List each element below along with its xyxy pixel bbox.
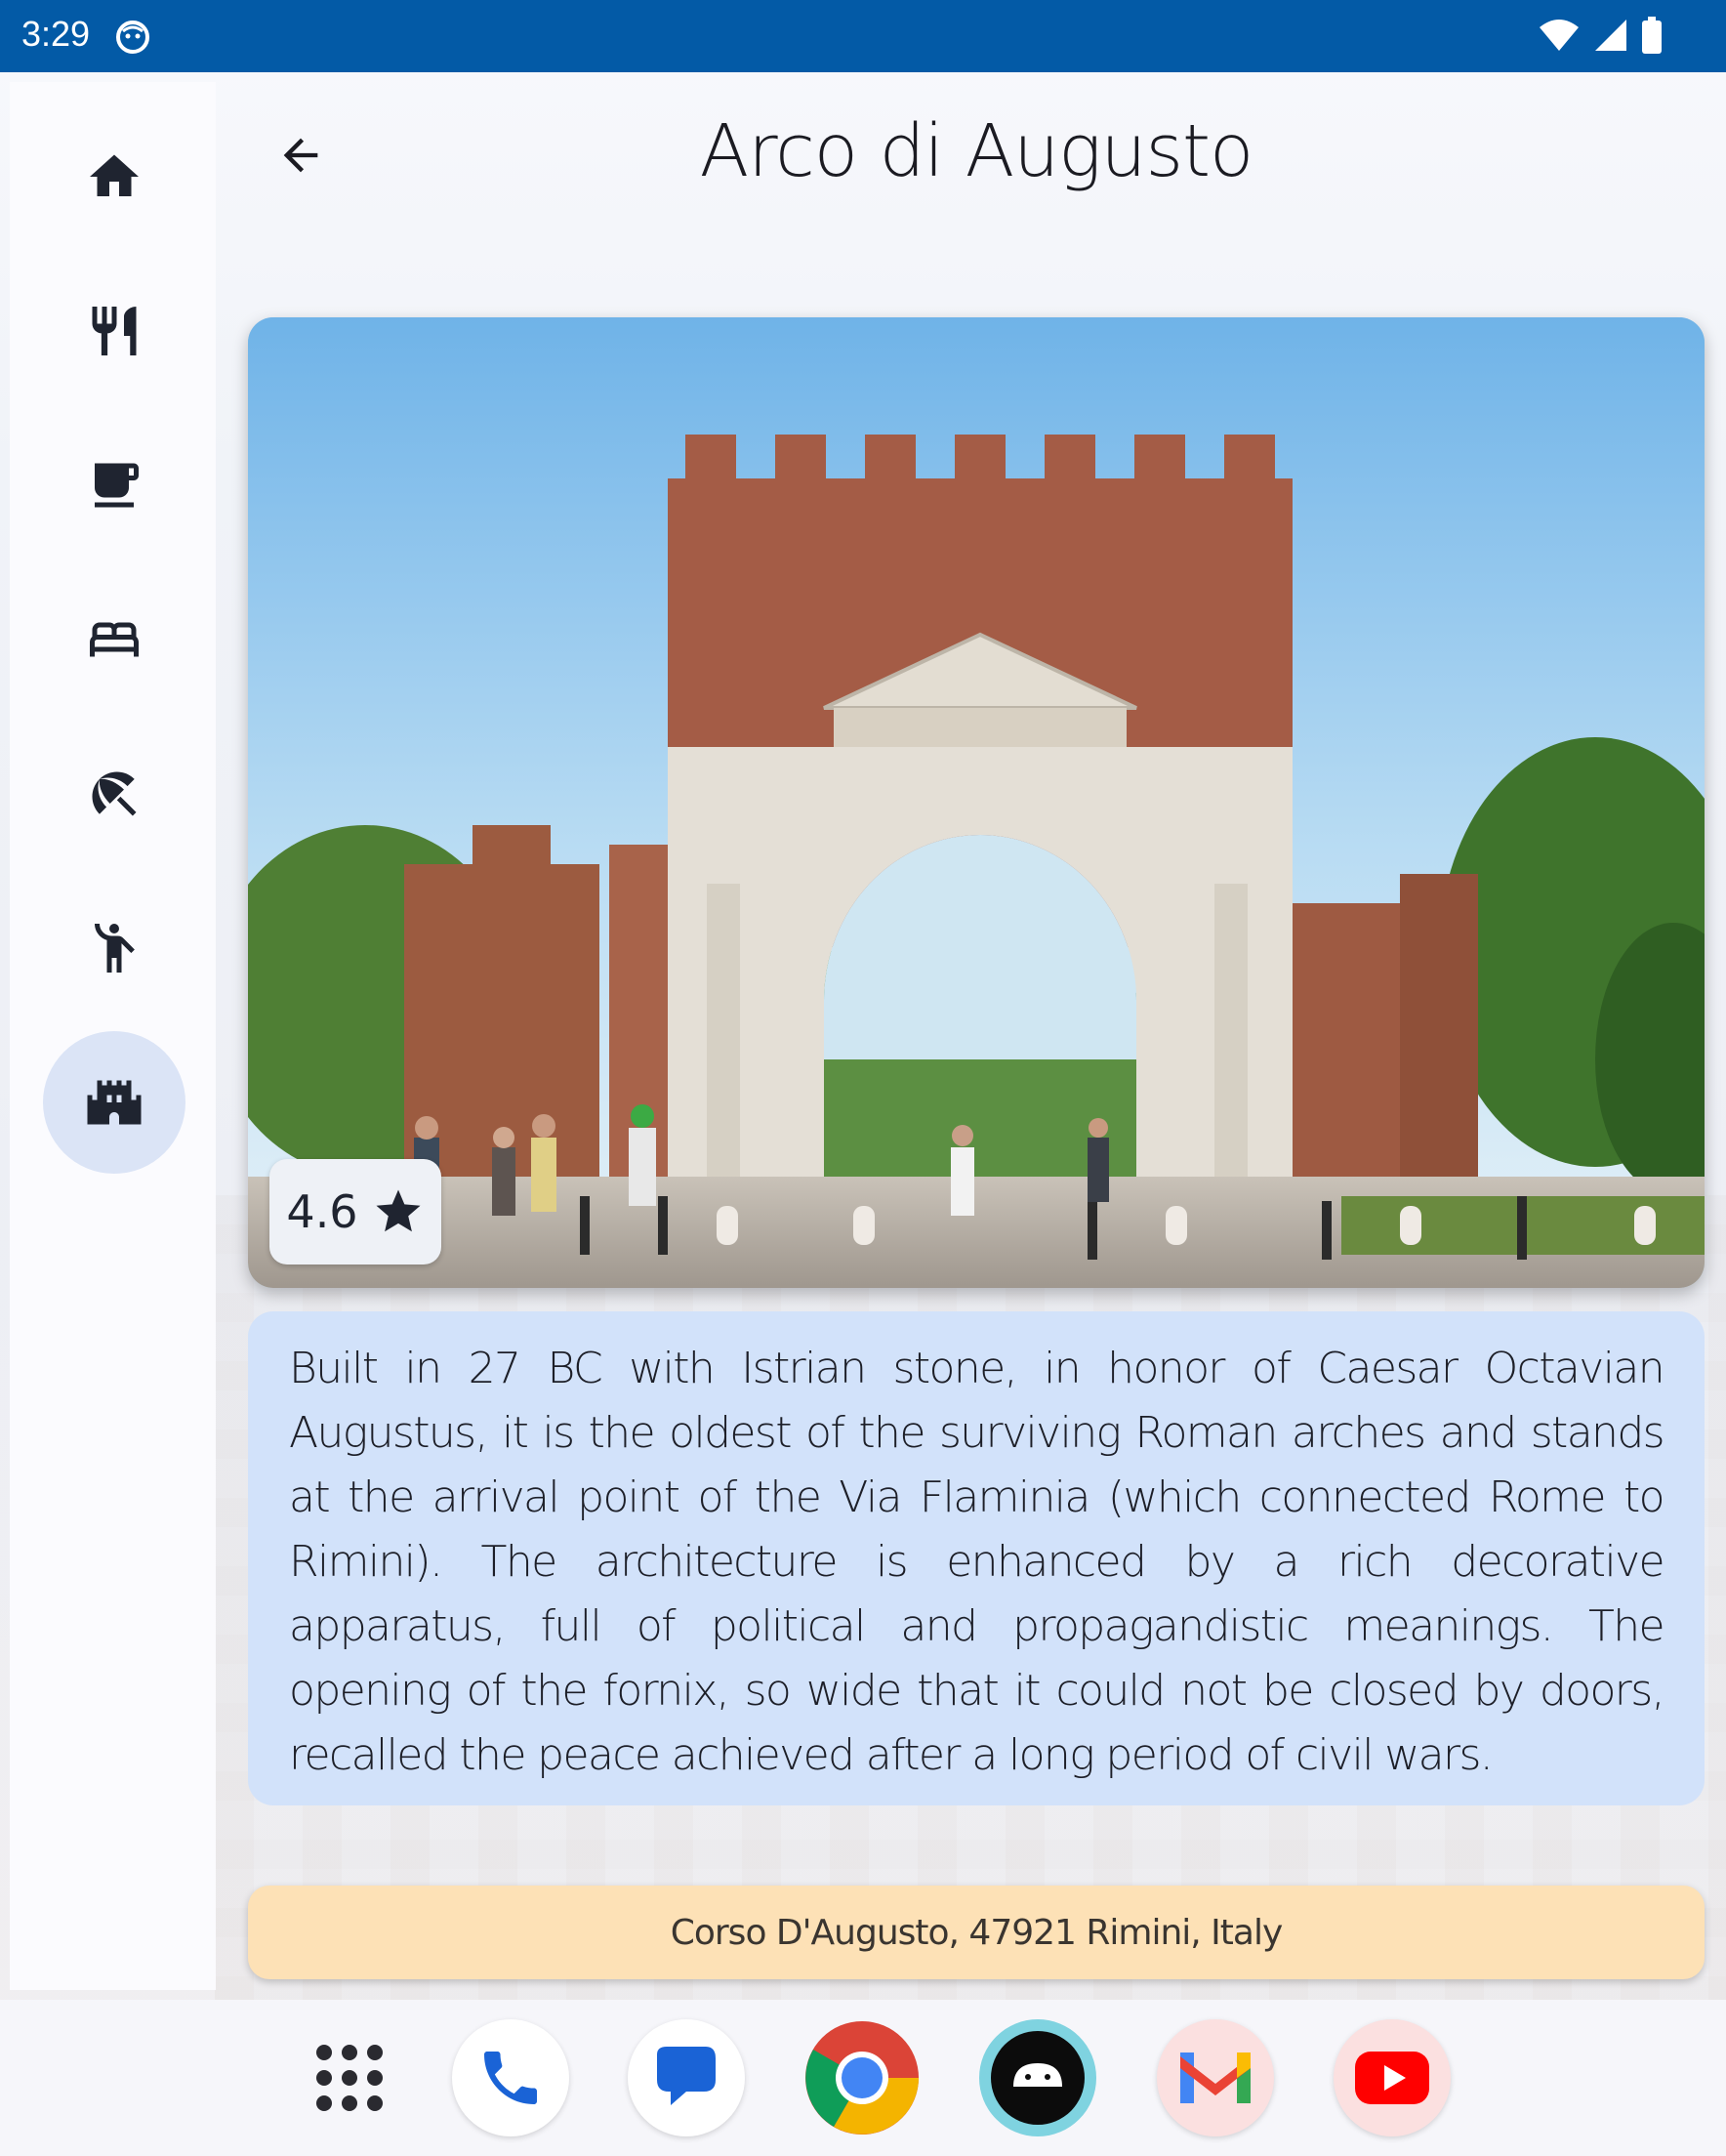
address-button[interactable]: Corso D'Augusto, 47921 Rimini, Italy	[248, 1886, 1705, 1979]
arrow-back-icon	[283, 138, 318, 173]
rating-badge: 4.6	[269, 1159, 441, 1265]
navigation-rail	[10, 82, 216, 1990]
star-icon	[376, 1189, 421, 1232]
rating-value: 4.6	[286, 1185, 358, 1238]
address-text: Corso D'Augusto, 47921 Rimini, Italy	[670, 1912, 1284, 1953]
status-time: 3:29	[21, 14, 91, 54]
wifi-icon	[1540, 20, 1579, 51]
nav-item-coffee[interactable]	[43, 414, 185, 557]
nav-item-home[interactable]	[43, 105, 185, 248]
nav-item-activities[interactable]	[43, 877, 185, 1019]
app-notification-icon	[116, 21, 149, 54]
nav-item-hotels[interactable]	[43, 568, 185, 711]
status-icons	[1539, 17, 1662, 54]
back-button[interactable]	[262, 121, 340, 189]
gmail-icon	[1180, 2052, 1251, 2103]
place-photo-card[interactable]: 4.6	[248, 317, 1705, 1288]
chrome-app-button[interactable]	[803, 2019, 921, 2136]
app-drawer-icon	[316, 2045, 383, 2111]
description-text: Built in 27 BC with Istrian stone, in ho…	[289, 1344, 1665, 1780]
phone-icon	[484, 2052, 537, 2104]
chrome-icon	[805, 2021, 919, 2135]
description-card: Built in 27 BC with Istrian stone, in ho…	[248, 1311, 1705, 1805]
status-bar: 3:29	[0, 0, 1726, 72]
bed-icon	[90, 622, 139, 657]
person-activity-icon	[95, 924, 135, 973]
castle-icon	[87, 1080, 142, 1125]
messages-icon	[657, 2047, 716, 2105]
youtube-icon	[1355, 2052, 1429, 2104]
battery-icon	[1642, 17, 1662, 54]
nav-item-monuments[interactable]	[43, 1031, 185, 1174]
youtube-app-button[interactable]	[1334, 2019, 1451, 2136]
arch-photo	[248, 317, 1705, 1288]
app-drawer-button[interactable]	[291, 2019, 408, 2136]
nav-item-restaurants[interactable]	[43, 260, 185, 402]
gmail-app-button[interactable]	[1157, 2019, 1274, 2136]
home-icon	[90, 154, 139, 196]
coffee-icon	[95, 463, 139, 508]
page-title: Arco di Augusto	[699, 109, 1254, 193]
android-app-button[interactable]	[979, 2019, 1096, 2136]
beach-umbrella-icon	[92, 771, 137, 816]
phone-app-button[interactable]	[452, 2019, 569, 2136]
android-icon	[991, 2031, 1085, 2125]
messages-app-button[interactable]	[628, 2019, 745, 2136]
nav-item-beaches[interactable]	[43, 723, 185, 865]
signal-icon	[1595, 20, 1626, 51]
restaurant-icon	[92, 307, 137, 355]
